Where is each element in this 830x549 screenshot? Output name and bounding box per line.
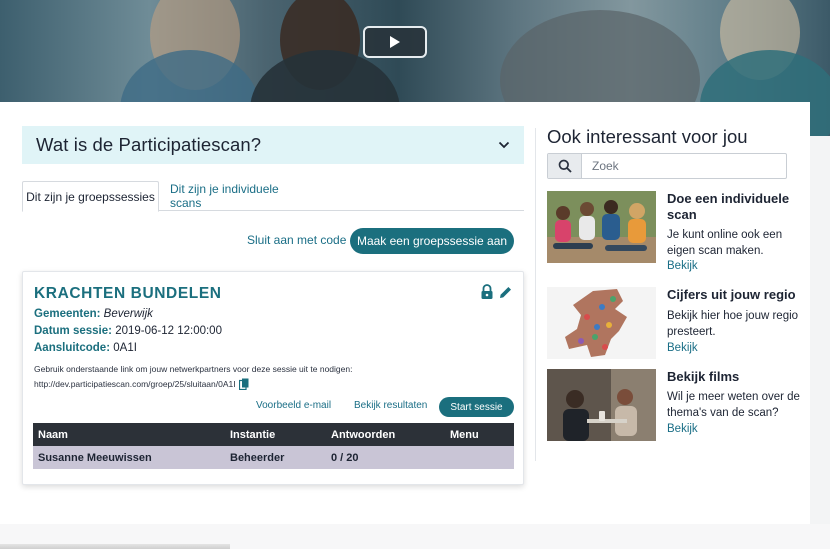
sidebar-search <box>547 153 787 179</box>
search-icon <box>558 159 572 173</box>
view-results-link[interactable]: Bekijk resultaten <box>354 400 427 411</box>
datum-value: 2019-06-12 12:00:00 <box>115 325 222 337</box>
participatiescan-accordion[interactable]: Wat is de Participatiescan? <box>22 126 524 164</box>
gemeenten-label: Gemeenten: <box>34 308 101 320</box>
lock-icon[interactable] <box>480 284 494 300</box>
session-card-actions <box>480 284 512 300</box>
participants-table: Naam Instantie Antwoorden Menu Susanne M… <box>33 423 514 469</box>
code-label: Aansluitcode: <box>34 342 111 354</box>
tab-individuele-scans[interactable]: Dit zijn je individuele scans <box>170 181 300 211</box>
column-header-instantie: Instantie <box>230 428 276 441</box>
promo-image-individuele-scan <box>547 191 656 263</box>
cell-antwoorden: 0 / 20 <box>331 451 359 464</box>
pencil-icon[interactable] <box>498 284 512 300</box>
sidebar-title: Ook interessant voor jou <box>547 126 748 147</box>
promo-films[interactable]: Bekijk films Wil je meer weten over de t… <box>547 369 807 441</box>
search-button[interactable] <box>548 154 582 178</box>
chevron-down-icon <box>498 141 510 149</box>
promo-title: Cijfers uit jouw regio <box>667 287 796 302</box>
example-email-link[interactable]: Voorbeeld e-mail <box>256 400 331 411</box>
invite-url-row: http://dev.participatiescan.com/groep/25… <box>34 378 249 391</box>
column-header-naam: Naam <box>38 428 68 441</box>
promo-cijfers-regio[interactable]: Cijfers uit jouw regio Bekijk hier hoe j… <box>547 287 807 359</box>
promo-text: Wil je meer weten over de thema's van de… <box>667 391 800 419</box>
promo-text: Je kunt online ook een eigen scan maken. <box>667 229 783 257</box>
session-tabs: Dit zijn je groepssessies Dit zijn je in… <box>22 181 524 212</box>
promo-text: Bekijk hier hoe jouw regio presteert. <box>667 310 799 338</box>
cell-naam: Susanne Meeuwissen <box>38 451 152 464</box>
table-row[interactable]: Susanne Meeuwissen Beheerder 0 / 20 <box>33 446 514 469</box>
play-video-button[interactable] <box>363 26 427 58</box>
session-card: KRACHTEN BUNDELEN Gemeenten: Beverwijk D… <box>22 271 524 485</box>
cell-instantie: Beheerder <box>230 451 285 464</box>
gemeenten-value: Beverwijk <box>103 308 153 320</box>
join-with-code-link[interactable]: Sluit aan met code <box>247 233 346 247</box>
accordion-title: Wat is de Participatiescan? <box>36 134 262 155</box>
play-icon <box>390 36 400 48</box>
promo-title: Doe een individuele scan <box>667 191 790 222</box>
copy-icon[interactable] <box>238 378 249 391</box>
session-title: KRACHTEN BUNDELEN <box>34 285 222 302</box>
promo-link-bekijk[interactable]: Bekijk <box>667 260 698 272</box>
column-header-menu: Menu <box>450 428 479 441</box>
search-input[interactable] <box>582 154 782 178</box>
gemeenten-row: Gemeenten: Beverwijk <box>34 308 153 320</box>
promo-link-bekijk[interactable]: Bekijk <box>667 423 698 435</box>
start-session-button[interactable]: Start sessie <box>439 397 514 417</box>
column-divider <box>535 128 536 461</box>
datum-row: Datum sessie: 2019-06-12 12:00:00 <box>34 325 222 337</box>
promo-title: Bekijk films <box>667 369 740 384</box>
invite-url[interactable]: http://dev.participatiescan.com/groep/25… <box>34 379 236 389</box>
code-row: Aansluitcode: 0A1I <box>34 342 137 354</box>
tab-groepssessies[interactable]: Dit zijn je groepssessies <box>22 181 159 212</box>
promo-image-films <box>547 369 656 441</box>
code-value: 0A1I <box>113 342 137 354</box>
bottom-strip <box>0 524 830 549</box>
promo-individuele-scan[interactable]: Doe een individuele scan Je kunt online … <box>547 191 807 272</box>
promo-image-cijfers-regio <box>547 287 656 359</box>
column-header-antwoorden: Antwoorden <box>331 428 396 441</box>
datum-label: Datum sessie: <box>34 325 112 337</box>
create-group-session-button[interactable]: Maak een groepssessie aan <box>350 228 514 254</box>
table-header: Naam Instantie Antwoorden Menu <box>33 423 514 446</box>
promo-link-bekijk[interactable]: Bekijk <box>667 342 698 354</box>
invite-hint: Gebruik onderstaande link om jouw netwer… <box>34 364 353 374</box>
